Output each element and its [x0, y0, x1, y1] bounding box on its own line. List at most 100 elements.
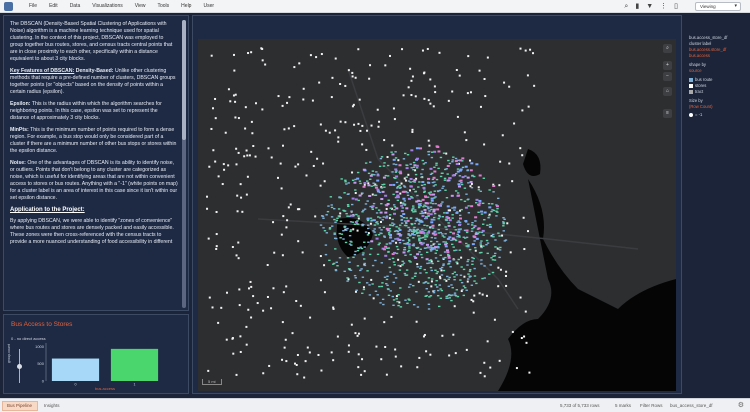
- bus-route-point: [442, 269, 446, 272]
- bus-route-point: [420, 176, 423, 179]
- bus-route-point: [469, 268, 472, 271]
- noise-point: [477, 186, 480, 189]
- filter-rows[interactable]: Filter Rows: [640, 402, 663, 410]
- file-icon[interactable]: ▯: [674, 2, 678, 11]
- search-icon[interactable]: ⌕: [624, 2, 628, 11]
- noise-point: [280, 187, 283, 190]
- noise-point: [250, 316, 253, 319]
- slider-handle[interactable]: [17, 364, 22, 369]
- bus-route-point: [446, 275, 449, 278]
- bus-route-point: [431, 262, 434, 265]
- cluster-point: [368, 194, 372, 197]
- bus-route-point: [465, 231, 469, 234]
- bus-route-point: [353, 253, 357, 256]
- menu-file[interactable]: File: [29, 3, 37, 9]
- cluster-point: [421, 215, 425, 218]
- bus-route-point: [454, 172, 458, 175]
- more-icon[interactable]: ⋮: [660, 2, 667, 11]
- bus-route-point: [472, 226, 476, 229]
- bus-route-point: [450, 284, 453, 286]
- bus-route-point: [452, 156, 455, 158]
- bus-route-point: [347, 182, 350, 184]
- noise-point: [499, 160, 502, 163]
- zoom-out-icon[interactable]: −: [663, 72, 672, 81]
- bus-route-point: [406, 154, 410, 156]
- noise-point: [452, 333, 455, 336]
- noise-point: [222, 163, 225, 166]
- bus-route-point: [378, 165, 382, 168]
- bus-route-point: [328, 228, 332, 230]
- bus-route-point: [392, 193, 395, 196]
- bus-route-point: [435, 164, 438, 166]
- noise-point: [284, 338, 287, 341]
- noise-point: [247, 308, 250, 311]
- map-canvas[interactable]: ⌕ + − ⌂ ≡ 5 mi: [198, 39, 676, 391]
- map-search-icon[interactable]: ⌕: [663, 44, 672, 53]
- bus-route-point: [345, 212, 348, 215]
- cluster-point: [427, 231, 431, 234]
- bus-route-point: [412, 207, 415, 209]
- bus-route-point: [425, 236, 429, 238]
- bus-route-point: [467, 259, 470, 261]
- cluster-point: [434, 233, 438, 236]
- legend-color-link[interactable]: bus.access.store_df bus.access: [689, 47, 747, 59]
- menu-tools[interactable]: Tools: [157, 3, 169, 9]
- bus-route-point: [326, 210, 330, 213]
- menu-data[interactable]: Data: [70, 3, 81, 9]
- data-source[interactable]: bus_access_store_df: [670, 402, 713, 410]
- bus-route-point: [334, 221, 337, 223]
- bus-route-point: [324, 244, 328, 246]
- cluster-point: [458, 159, 462, 162]
- tab-bus-pipeline[interactable]: Bus Pipeline: [2, 401, 38, 411]
- cluster-point: [391, 153, 395, 156]
- noise-point: [227, 88, 230, 91]
- zoom-in-icon[interactable]: +: [663, 61, 672, 70]
- noise-point: [527, 105, 530, 108]
- bus-route-point: [365, 180, 369, 182]
- bus-route-point: [396, 248, 400, 251]
- noise-point: [319, 279, 322, 282]
- compass-icon[interactable]: ⌂: [663, 87, 672, 96]
- noise-point: [357, 366, 360, 369]
- menu-help[interactable]: Help: [181, 3, 191, 9]
- menu-view[interactable]: View: [135, 3, 146, 9]
- cluster-point: [437, 150, 441, 153]
- noise-point: [207, 369, 210, 372]
- menu-edit[interactable]: Edit: [49, 3, 58, 9]
- cluster-point: [429, 213, 433, 216]
- gear-icon[interactable]: ⚙: [738, 401, 744, 409]
- scrollbar-thumb[interactable]: [182, 20, 186, 140]
- noise-point: [287, 206, 290, 209]
- noise-point: [416, 263, 419, 266]
- legend-shape-value[interactable]: source: [689, 68, 747, 74]
- bookmark-icon[interactable]: ▮: [635, 2, 639, 11]
- bus-route-point: [343, 270, 346, 273]
- bus-route-point: [492, 209, 496, 212]
- noise-point: [206, 207, 209, 210]
- bus-route-point: [487, 216, 490, 219]
- noise-point: [380, 358, 383, 361]
- bus-route-point: [339, 220, 343, 222]
- bus-route-point: [457, 258, 460, 261]
- bus-route-point: [395, 245, 399, 248]
- bus-route-point: [446, 173, 449, 175]
- noise-point: [334, 129, 337, 132]
- menu-visualizations[interactable]: Visualizations: [92, 3, 122, 9]
- bus-route-point: [425, 271, 428, 274]
- noise-point: [411, 75, 414, 78]
- bus-route-point: [405, 269, 409, 271]
- bus-route-point: [458, 236, 461, 238]
- bus-route-point: [392, 273, 396, 275]
- tab-insights[interactable]: Insights: [44, 401, 60, 411]
- noise-point: [302, 87, 305, 90]
- bus-route-point: [436, 271, 439, 273]
- bus-route-point: [383, 235, 386, 237]
- legend-size-value[interactable]: (Row Count): [689, 104, 747, 110]
- bus-route-point: [402, 216, 406, 219]
- viewing-dropdown[interactable]: Viewing: [695, 2, 741, 11]
- bus-route-point: [481, 223, 485, 225]
- cluster-point: [400, 204, 404, 207]
- layers-icon[interactable]: ≡: [663, 109, 672, 118]
- menu-user[interactable]: User: [203, 3, 214, 9]
- filter-icon[interactable]: ▼: [646, 2, 653, 11]
